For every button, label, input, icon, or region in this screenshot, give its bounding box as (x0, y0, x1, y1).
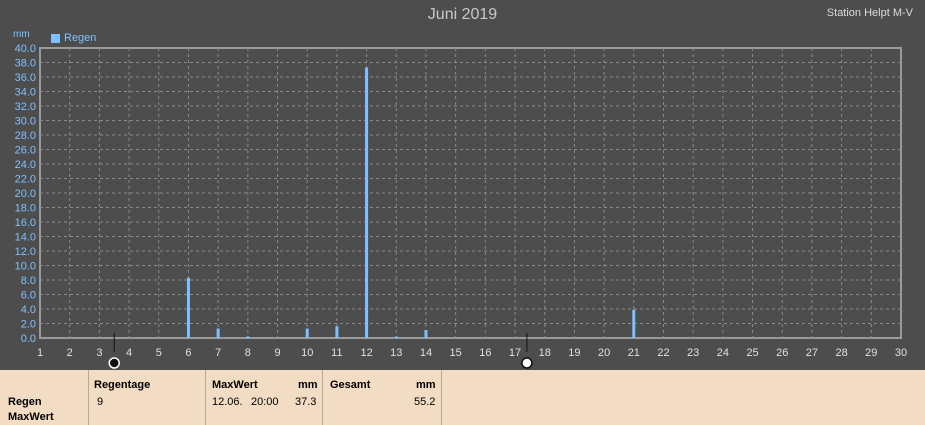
x-tick-label: 11 (331, 347, 342, 359)
x-tick-label: 21 (628, 347, 640, 359)
x-tick-label: 6 (185, 347, 191, 359)
maxwert-unit: mm (298, 379, 318, 391)
stats-divider (441, 370, 442, 425)
full-moon-icon (521, 357, 533, 369)
y-tick-label: 20.0 (15, 188, 36, 200)
stats-panel: Regen MaxWert Regentage 9 MaxWert mm 12.… (0, 370, 925, 425)
maxwert-header: MaxWert (212, 379, 258, 391)
y-tick-label: 30.0 (15, 116, 36, 128)
stats-divider (322, 370, 323, 425)
y-tick-label: 34.0 (15, 87, 36, 99)
maxwert-time: 20:00 (251, 396, 279, 408)
x-tick-label: 17 (509, 347, 521, 359)
row-label-regen: Regen (8, 396, 42, 408)
y-tick-label: 16.0 (15, 217, 36, 229)
bar-regen (424, 330, 428, 338)
y-tick-label: 6.0 (21, 290, 36, 302)
x-tick-label: 15 (450, 347, 462, 359)
y-tick-label: 32.0 (15, 101, 36, 113)
new-moon-icon (108, 357, 120, 369)
x-tick-label: 30 (895, 347, 907, 359)
maxwert-date: 12.06. (212, 396, 243, 408)
bar-regen (246, 336, 250, 338)
x-tick-label: 23 (687, 347, 699, 359)
chart-title: Juni 2019 (427, 6, 498, 23)
y-tick-label: 14.0 (15, 232, 36, 244)
x-tick-label: 10 (301, 347, 313, 359)
bar-regen (305, 328, 309, 338)
x-tick-label: 20 (598, 347, 610, 359)
x-tick-label: 4 (126, 347, 132, 359)
y-tick-label: 18.0 (15, 203, 36, 215)
x-tick-label: 13 (390, 347, 402, 359)
x-tick-label: 27 (806, 347, 818, 359)
y-tick-label: 8.0 (21, 275, 36, 287)
gesamt-unit: mm (416, 379, 436, 391)
legend-label: Regen (64, 32, 97, 44)
x-tick-label: 29 (865, 347, 877, 359)
plot-frame (39, 47, 902, 339)
row-label-maxwert: MaxWert (8, 411, 54, 423)
y-tick-label: 2.0 (21, 319, 36, 331)
x-tick-label: 12 (360, 347, 372, 359)
bar-regen (335, 326, 339, 338)
bar-regen (216, 328, 220, 338)
x-tick-label: 28 (835, 347, 847, 359)
x-tick-label: 19 (568, 347, 580, 359)
y-tick-label: 28.0 (15, 130, 36, 142)
y-tick-label: 24.0 (15, 159, 36, 171)
legend-swatch (51, 33, 60, 43)
gesamt-header: Gesamt (330, 379, 371, 391)
bar-regen (186, 277, 190, 338)
gesamt-value: 55.2 (414, 396, 436, 408)
x-tick-label: 16 (479, 347, 491, 359)
y-tick-label: 40.0 (15, 43, 36, 55)
x-tick-label: 7 (215, 347, 221, 359)
x-tick-label: 2 (67, 347, 73, 359)
x-tick-label: 8 (245, 347, 251, 359)
station-name: Station Helpt M-V (826, 7, 913, 19)
x-tick-label: 24 (717, 347, 729, 359)
y-tick-label: 4.0 (21, 304, 36, 316)
y-tick-label: 36.0 (15, 72, 36, 84)
maxwert-value: 37.3 (295, 396, 317, 408)
stats-divider (205, 370, 206, 425)
x-tick-label: 14 (420, 347, 432, 359)
y-tick-label: 22.0 (15, 174, 36, 186)
y-tick-label: 38.0 (15, 58, 36, 70)
y-tick-label: 12.0 (15, 246, 36, 258)
x-tick-label: 25 (746, 347, 758, 359)
stats-divider (88, 370, 89, 425)
chart-area: 0.0 2.0 4.0 6.0 8.0 10.0 12.0 14.0 16.0 18.0 20.0 2… (0, 0, 925, 370)
y-tick-label: 0.0 (21, 333, 36, 345)
legend[interactable]: Regen (51, 32, 96, 44)
regentage-value: 9 (97, 396, 104, 408)
bar-regen (632, 309, 636, 338)
y-tick-label: 10.0 (15, 261, 36, 273)
x-tick-label: 1 (37, 347, 43, 359)
y-tick-label: 26.0 (15, 145, 36, 157)
x-tick-label: 22 (657, 347, 669, 359)
rain-chart: 0.0 2.0 4.0 6.0 8.0 10.0 12.0 14.0 16.0 18.0 20.0 2… (15, 43, 907, 369)
x-tick-label: 26 (776, 347, 788, 359)
bar-regen (394, 336, 398, 338)
x-tick-label: 3 (96, 347, 102, 359)
x-tick-label: 18 (539, 347, 551, 359)
x-tick-label: 9 (274, 347, 280, 359)
x-tick-label: 5 (156, 347, 162, 359)
y-axis-unit: mm (13, 29, 30, 40)
regentage-header: Regentage (94, 379, 151, 391)
bar-regen (365, 67, 369, 338)
